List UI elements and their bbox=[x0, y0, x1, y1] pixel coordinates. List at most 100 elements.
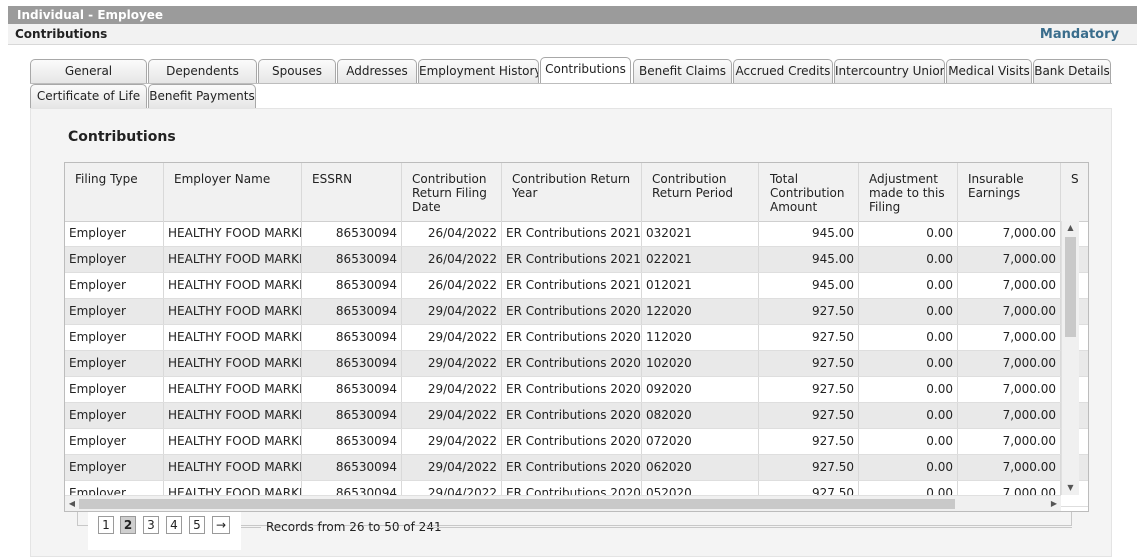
tab-accrued-credits[interactable]: Accrued Credits bbox=[733, 59, 833, 83]
table-cell: ER Contributions 2020 bbox=[502, 377, 642, 402]
tab-bank-details[interactable]: Bank Details bbox=[1033, 59, 1111, 83]
sub-header-title: Contributions bbox=[15, 27, 108, 41]
table-cell: Employer bbox=[65, 455, 164, 480]
tab-certificate-of-life[interactable]: Certificate of Life bbox=[30, 84, 147, 108]
table-cell: Employer bbox=[65, 325, 164, 350]
column-header-contribution-return-year[interactable]: Contribution Return Year bbox=[502, 163, 642, 221]
table-row[interactable]: Employer HEALTHY FOOD MARKET 86530094 26/04… bbox=[65, 273, 1088, 299]
table-row[interactable]: Employer HEALTHY FOOD MARKET 86530094 26/04… bbox=[65, 221, 1088, 247]
table-cell: 0.00 bbox=[859, 247, 958, 272]
tab-medical-visits[interactable]: Medical Visits bbox=[946, 59, 1032, 83]
mandatory-label: Mandatory bbox=[1039, 27, 1119, 42]
table-row[interactable]: Employer HEALTHY FOOD MARKET 86530094 29/04… bbox=[65, 377, 1088, 403]
column-header-essrn[interactable]: ESSRN bbox=[302, 163, 402, 221]
table-cell: 0.00 bbox=[859, 325, 958, 350]
table-cell: ER Contributions 2020 bbox=[502, 325, 642, 350]
column-header-total-contribution-amount[interactable]: Total Contribution Amount bbox=[760, 163, 859, 221]
table-cell: ER Contributions 2020 bbox=[502, 351, 642, 376]
table-cell: 0.00 bbox=[859, 273, 958, 298]
table-row[interactable]: Employer HEALTHY FOOD MARKET 86530094 29/04… bbox=[65, 403, 1088, 429]
table-cell: 0.00 bbox=[859, 403, 958, 428]
table-cell: HEALTHY FOOD MARKET bbox=[164, 377, 302, 402]
table-cell: 86530094 bbox=[302, 273, 402, 298]
tab-dependents[interactable]: Dependents bbox=[148, 59, 257, 83]
tab-general[interactable]: General bbox=[30, 59, 147, 83]
table-cell: Employer bbox=[65, 273, 164, 298]
table-cell: 032021 bbox=[642, 221, 759, 246]
table-row[interactable]: Employer HEALTHY FOOD MARKET 86530094 26/04… bbox=[65, 247, 1088, 273]
table-row[interactable]: Employer HEALTHY FOOD MARKET 86530094 29/04… bbox=[65, 299, 1088, 325]
table-cell: 7,000.00 bbox=[958, 455, 1061, 480]
table-cell: 0.00 bbox=[859, 377, 958, 402]
table-cell: 86530094 bbox=[302, 377, 402, 402]
table-cell: 0.00 bbox=[859, 221, 958, 246]
table-cell: Employer bbox=[65, 221, 164, 246]
scroll-down-icon[interactable]: ▼ bbox=[1062, 481, 1079, 495]
tab-spouses[interactable]: Spouses bbox=[258, 59, 336, 83]
table-cell: 062020 bbox=[642, 455, 759, 480]
scroll-up-icon[interactable]: ▲ bbox=[1062, 221, 1079, 235]
tab-employment-history[interactable]: Employment History bbox=[418, 59, 539, 83]
column-header-employer-name[interactable]: Employer Name bbox=[164, 163, 302, 221]
horizontal-scroll-thumb[interactable] bbox=[79, 499, 955, 509]
table-cell: 29/04/2022 bbox=[402, 403, 502, 428]
table-cell: ER Contributions 2020 bbox=[502, 403, 642, 428]
table-cell: 29/04/2022 bbox=[402, 377, 502, 402]
table-cell: 945.00 bbox=[760, 273, 859, 298]
column-header-filing-type[interactable]: Filing Type bbox=[65, 163, 164, 221]
column-header-contribution-return-period[interactable]: Contribution Return Period bbox=[642, 163, 759, 221]
table-cell: 86530094 bbox=[302, 455, 402, 480]
horizontal-scrollbar[interactable]: ◀ ▶ bbox=[65, 495, 1061, 511]
page-4-button[interactable]: 4 bbox=[166, 516, 182, 534]
vertical-scroll-thumb[interactable] bbox=[1065, 237, 1076, 337]
tab-contributions[interactable]: Contributions bbox=[540, 57, 631, 83]
pager-line-left bbox=[241, 527, 261, 528]
table-cell: Employer bbox=[65, 247, 164, 272]
tab-benefit-claims[interactable]: Benefit Claims bbox=[633, 59, 732, 83]
table-cell: ER Contributions 2021 bbox=[502, 273, 642, 298]
table-cell: 022021 bbox=[642, 247, 759, 272]
table-cell: 26/04/2022 bbox=[402, 273, 502, 298]
table-row[interactable]: Employer HEALTHY FOOD MARKET 86530094 29/04… bbox=[65, 455, 1088, 481]
table-cell: 29/04/2022 bbox=[402, 429, 502, 454]
table-cell: 86530094 bbox=[302, 429, 402, 454]
page-1-button[interactable]: 1 bbox=[98, 516, 114, 534]
table-cell: HEALTHY FOOD MARKET bbox=[164, 273, 302, 298]
column-header-insurable-earnings[interactable]: Insurable Earnings bbox=[958, 163, 1061, 221]
table-row[interactable]: Employer HEALTHY FOOD MARKET 86530094 29/04… bbox=[65, 351, 1088, 377]
page-5-button[interactable]: 5 bbox=[189, 516, 205, 534]
table-cell: 7,000.00 bbox=[958, 403, 1061, 428]
table-cell: 86530094 bbox=[302, 247, 402, 272]
table-cell: 7,000.00 bbox=[958, 351, 1061, 376]
table-cell: 29/04/2022 bbox=[402, 351, 502, 376]
table-cell: 945.00 bbox=[760, 247, 859, 272]
page-2-button[interactable]: 2 bbox=[120, 516, 136, 534]
page-3-button[interactable]: 3 bbox=[143, 516, 159, 534]
vertical-scrollbar[interactable]: ▲ ▼ bbox=[1061, 221, 1079, 495]
table-cell: 927.50 bbox=[760, 403, 859, 428]
records-summary: Records from 26 to 50 of 241 bbox=[266, 520, 442, 534]
column-header-adjustment-made-to-this-filing[interactable]: Adjustment made to this Filing bbox=[859, 163, 958, 221]
table-cell: HEALTHY FOOD MARKET bbox=[164, 325, 302, 350]
column-header-s[interactable]: S bbox=[1061, 163, 1088, 221]
tab-addresses[interactable]: Addresses bbox=[337, 59, 417, 83]
table-cell: 29/04/2022 bbox=[402, 455, 502, 480]
table-cell: Employer bbox=[65, 429, 164, 454]
table-cell: 0.00 bbox=[859, 429, 958, 454]
table-cell: 86530094 bbox=[302, 403, 402, 428]
table-cell: 0.00 bbox=[859, 455, 958, 480]
tab-intercountry-union[interactable]: Intercountry Union bbox=[834, 59, 945, 83]
table-cell: HEALTHY FOOD MARKET bbox=[164, 403, 302, 428]
table-cell: 7,000.00 bbox=[958, 247, 1061, 272]
tab-benefit-payments[interactable]: Benefit Payments bbox=[148, 84, 256, 108]
table-row[interactable]: Employer HEALTHY FOOD MARKET 86530094 29/04… bbox=[65, 429, 1088, 455]
table-cell: 29/04/2022 bbox=[402, 299, 502, 324]
table-cell: HEALTHY FOOD MARKET bbox=[164, 351, 302, 376]
column-header-contribution-return-filing-date[interactable]: Contribution Return Filing Date bbox=[402, 163, 502, 221]
table-row[interactable]: Employer HEALTHY FOOD MARKET 86530094 29/04… bbox=[65, 325, 1088, 351]
scroll-right-icon[interactable]: ▶ bbox=[1047, 496, 1061, 511]
scroll-left-icon[interactable]: ◀ bbox=[65, 496, 79, 511]
table-cell: 927.50 bbox=[760, 455, 859, 480]
table-cell: Employer bbox=[65, 351, 164, 376]
next-page-arrow-icon[interactable]: → bbox=[212, 516, 230, 534]
